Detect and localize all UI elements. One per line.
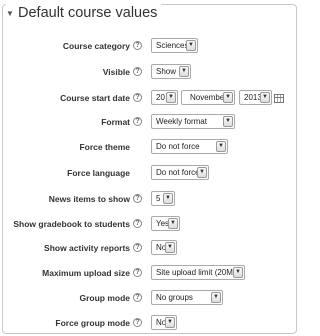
section-title: Default course values [18,5,158,21]
field-visible: Visible ? Show ▼ [0,62,300,82]
field-course-category: Course category ? Sciences ▼ [0,36,300,56]
course-start-date-label: Course start date [60,93,130,103]
chevron-down-icon: ▼ [211,292,221,303]
show-gradebook-select[interactable]: Yes ▼ [151,216,180,231]
force-group-mode-label: Force group mode [55,318,130,328]
help-icon[interactable]: ? [133,293,142,302]
chevron-down-icon: ▼ [197,167,207,178]
help-icon[interactable]: ? [133,93,142,102]
course-category-select[interactable]: Sciences ▼ [151,38,198,53]
course-category-label: Course category [62,41,130,51]
force-theme-select[interactable]: Do not force ▼ [151,139,228,154]
force-group-mode-select[interactable]: No ▼ [151,315,177,330]
show-activity-reports-label: Show activity reports [44,243,130,253]
help-icon[interactable]: ? [133,268,142,277]
visible-value: Show [156,67,177,76]
chevron-down-icon: ▼ [179,66,189,77]
chevron-down-icon: ▼ [163,193,173,204]
force-theme-label: Force theme [79,142,130,152]
field-force-language: Force language Do not force ▼ [0,163,300,183]
max-upload-size-label: Maximum upload size [42,268,130,278]
chevron-down-icon: ▼ [165,242,175,253]
section-header[interactable]: ▼ Default course values [6,0,162,26]
force-language-label: Force language [67,168,130,178]
help-icon[interactable]: ? [133,117,142,126]
caret-down-icon[interactable]: ▼ [6,9,14,18]
help-icon[interactable]: ? [133,318,142,327]
help-icon[interactable]: ? [133,67,142,76]
group-mode-select[interactable]: No groups ▼ [151,290,223,305]
chevron-down-icon: ▼ [223,116,233,127]
start-month-select[interactable]: November ▼ [181,90,235,105]
chevron-down-icon: ▼ [216,141,226,152]
chevron-down-icon: ▼ [165,317,175,328]
course-category-value: Sciences [156,41,189,50]
news-items-label: News items to show [48,194,130,204]
force-language-value: Do not force [156,168,200,177]
chevron-down-icon: ▼ [223,92,233,103]
visible-select[interactable]: Show ▼ [151,64,191,79]
help-icon[interactable]: ? [133,41,142,50]
visible-label: Visible [102,67,130,77]
field-force-group-mode: Force group mode ? No ▼ [0,313,300,333]
calendar-icon[interactable] [274,94,284,103]
chevron-down-icon: ▼ [166,92,176,103]
help-icon[interactable]: ? [133,243,142,252]
help-icon[interactable]: ? [133,194,142,203]
field-group-mode: Group mode ? No groups ▼ [0,288,300,308]
force-theme-value: Do not force [156,142,200,151]
format-select[interactable]: Weekly format ▼ [151,114,235,129]
field-news-items: News items to show ? 5 ▼ [0,189,300,209]
field-show-activity-reports: Show activity reports ? No ▼ [0,238,300,258]
group-mode-label: Group mode [79,293,130,303]
help-icon[interactable]: ? [133,219,142,228]
force-language-select[interactable]: Do not force ▼ [151,165,209,180]
start-month-value: November [190,93,227,102]
news-items-select[interactable]: 5 ▼ [151,191,175,206]
field-course-start-date: Course start date ? 20 ▼ November ▼ 2013… [0,88,300,108]
field-show-gradebook: Show gradebook to students ? Yes ▼ [0,214,300,234]
show-gradebook-label: Show gradebook to students [13,219,130,229]
start-day-select[interactable]: 20 ▼ [151,90,178,105]
chevron-down-icon: ▼ [233,267,243,278]
chevron-down-icon: ▼ [186,40,196,51]
max-upload-size-select[interactable]: Site upload limit (20MB) ▼ [151,265,245,280]
start-day-value: 20 [156,93,165,102]
field-force-theme: Force theme Do not force ▼ [0,137,300,157]
chevron-down-icon: ▼ [168,218,178,229]
news-items-value: 5 [156,194,161,203]
group-mode-value: No groups [156,293,193,302]
max-upload-size-value: Site upload limit (20MB) [156,268,241,277]
format-label: Format [101,117,130,127]
chevron-down-icon: ▼ [260,92,270,103]
start-year-select[interactable]: 2013 ▼ [239,90,272,105]
field-format: Format ? Weekly format ▼ [0,112,300,132]
format-value: Weekly format [156,117,207,126]
show-activity-reports-select[interactable]: No ▼ [151,240,177,255]
field-max-upload-size: Maximum upload size ? Site upload limit … [0,263,300,283]
